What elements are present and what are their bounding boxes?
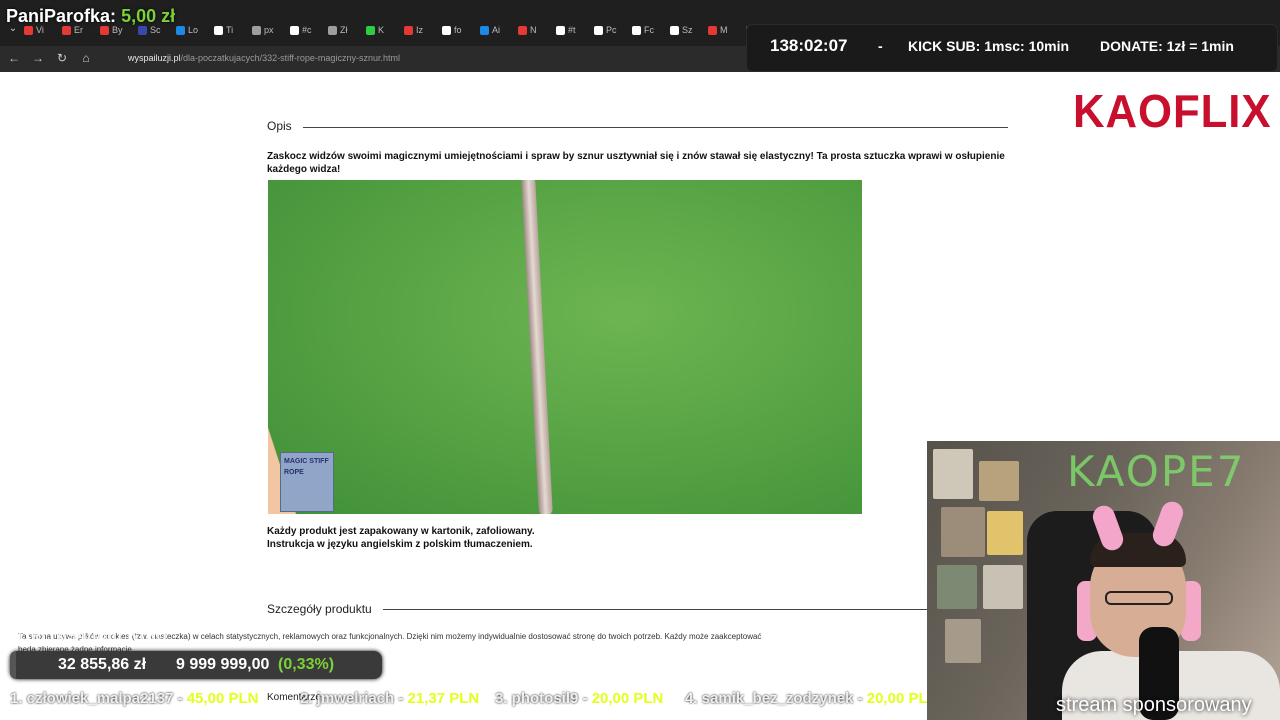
webcam-feed: KAOPE7 [927,441,1280,720]
goal-current: 32 855,86 zł [58,656,147,673]
goal-progress-fill [10,651,16,679]
browser-tab[interactable]: N [518,23,552,37]
back-icon[interactable]: ← [4,48,24,68]
tab-label: Iz [416,25,424,35]
tab-label: K [378,25,385,35]
sponsor-text: stream sponsorowany [1056,694,1252,716]
tab-favicon-icon [708,25,717,35]
tab-label: #c [302,25,312,35]
browser-tab[interactable]: px [252,23,286,37]
browser-tab[interactable]: Pc [594,23,628,37]
wall-poster [945,619,981,663]
tab-favicon-icon [632,25,641,35]
packaging-info: Każdy produkt jest zapakowany w kartonik… [267,525,535,551]
browser-tab[interactable]: Ai [480,23,514,37]
packaging-line: Każdy produkt jest zapakowany w kartonik… [267,526,535,537]
tab-label: Ai [492,25,501,35]
rope-image [521,180,553,514]
tab-favicon-icon [518,25,527,35]
section-title-opis: Opis [267,119,292,133]
goal-percent: (0,33%) [278,656,335,673]
browser-tab[interactable]: Ti [214,23,248,37]
tab-favicon-icon [594,25,603,35]
ticker-donor-amount: 20,00 PLN [591,690,664,707]
wall-poster [937,565,977,609]
tab-label: Pc [606,25,617,35]
tab-label: Lo [188,25,199,35]
tab-favicon-icon [328,25,337,35]
stream-timer: 138:02:07 [770,36,848,55]
glasses [1105,591,1173,605]
kick-sub-info: KICK SUB: 1msc: 10min [908,38,1070,54]
ticker-item: 4. samik_bez_zodzynek - 20,00 PLN [685,690,938,707]
product-description: Zaskocz widzów swoimi magicznymi umiejęt… [267,151,1005,175]
section-title-details: Szczegóły produktu [267,602,372,616]
tab-label: Zł [340,25,348,35]
tab-favicon-icon [214,25,223,35]
goal-label: Cel: 894/450 Koło [18,625,168,645]
neon-sign: KAOPE7 [1067,447,1246,496]
tab-favicon-icon [176,25,185,35]
tab-favicon-icon [556,25,565,35]
wall-poster [933,449,973,499]
browser-tab[interactable]: Zł [328,23,362,37]
forward-icon[interactable]: → [28,48,48,68]
donor-name: PaniParofka: 5,00 zł [6,6,175,27]
tab-favicon-icon [670,25,679,35]
tab-label: N [530,25,537,35]
donor-amount: 5,00 zł [121,6,176,26]
donor-label: PaniParofka: [6,6,117,26]
tab-label: #t [568,25,576,35]
tab-favicon-icon [480,25,489,35]
wall-poster [979,461,1019,501]
section-divider [383,609,928,610]
tab-label: Fc [644,25,654,35]
browser-tab[interactable]: M [708,23,742,37]
section-divider [303,127,1008,128]
tab-favicon-icon [252,25,261,35]
kaoflix-logo: KAOFLIX [1073,85,1272,137]
tab-label: M [720,25,728,35]
tab-favicon-icon [290,25,299,35]
tab-label: Sz [682,25,693,35]
product-box-logo: MAGIC STIFF ROPE [280,452,334,512]
browser-tab[interactable]: #c [290,23,324,37]
home-icon[interactable]: ⌂ [76,48,96,68]
info-separator: - [878,38,883,54]
url-host: wyspailuzji.pl [128,53,181,63]
tab-label: px [264,25,274,35]
tab-favicon-icon [442,25,451,35]
tab-favicon-icon [366,25,375,35]
tab-favicon-icon [404,25,413,35]
instruction-line: Instrukcja w języku angielskim z polskim… [267,539,533,550]
ticker-donor-amount: 21,37 PLN [407,690,480,707]
ticker-donor-name: 3. photosil9 - [495,690,588,707]
browser-tab[interactable]: Lo [176,23,210,37]
tab-label: Ti [226,25,234,35]
goal-max: 9 999 999,00 [176,656,270,673]
product-video[interactable]: MAGIC STIFF ROPE [268,180,862,514]
browser-tab[interactable]: fo [442,23,476,37]
ticker-item: 1. człowiek_malpa2137 - 45,00 PLN [10,690,259,707]
url-path: /dla-poczatkujacych/332-stiff-rope-magic… [180,53,400,63]
ticker-item: 3. photosil9 - 20,00 PLN [495,690,663,707]
wall-poster [941,507,985,557]
browser-tab[interactable]: #t [556,23,590,37]
reload-icon[interactable]: ↻ [52,48,72,68]
browser-tab[interactable]: K [366,23,400,37]
ticker-donor-name: 2. jmwelriach - [300,690,404,707]
address-bar[interactable]: wyspailuzji.pl/dla-poczatkujacych/332-st… [104,49,744,67]
wall-poster [983,565,1023,609]
ticker-donor-name: 1. człowiek_malpa2137 - [10,690,183,707]
tab-label: fo [454,25,462,35]
browser-tab[interactable]: Iz [404,23,438,37]
ticker-donor-name: 4. samik_bez_zodzynek - [685,690,863,707]
donate-rate-info: DONATE: 1zł = 1min [1100,38,1234,54]
ticker-donor-amount: 45,00 PLN [186,690,259,707]
browser-tab[interactable]: Sz [670,23,704,37]
browser-tab[interactable]: Fc [632,23,666,37]
ticker-item: 2. jmwelriach - 21,37 PLN [300,690,479,707]
wall-poster [987,511,1023,555]
